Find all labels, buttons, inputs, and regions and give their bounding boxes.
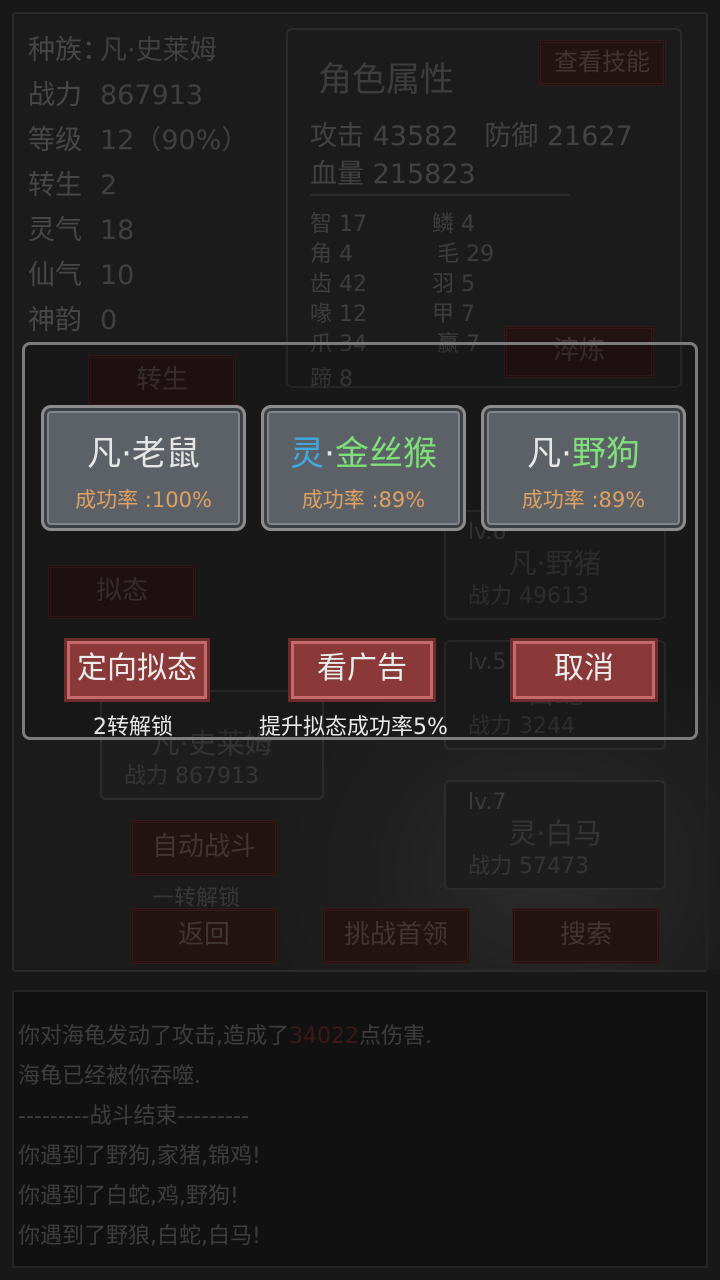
success-rate: 成功率 :89%	[301, 488, 426, 512]
success-rate: 成功率 :100%	[75, 488, 212, 512]
cancel-button[interactable]: 取消	[510, 638, 658, 702]
mimic-option-wild-dog[interactable]: 凡·野狗 成功率 :89%	[481, 405, 686, 531]
mimic-option-rat[interactable]: 凡·老鼠 成功率 :100%	[41, 405, 246, 531]
directed-mimic-button[interactable]: 定向拟态	[64, 638, 210, 702]
option-name: 凡·老鼠	[87, 434, 200, 474]
mimic-option-golden-monkey[interactable]: 灵·金丝猴 成功率 :89%	[261, 405, 466, 531]
watch-ad-note: 提升拟态成功率5%	[259, 715, 448, 740]
mimic-dialog: 凡·老鼠 成功率 :100% 灵·金丝猴 成功率 :89% 凡·野狗 成功率 :…	[22, 342, 698, 740]
success-rate: 成功率 :89%	[521, 488, 646, 512]
option-name: 凡·野狗	[527, 434, 640, 474]
directed-mimic-note: 2转解锁	[93, 715, 173, 740]
watch-ad-button[interactable]: 看广告	[288, 638, 436, 702]
option-name: 灵·金丝猴	[290, 434, 437, 474]
